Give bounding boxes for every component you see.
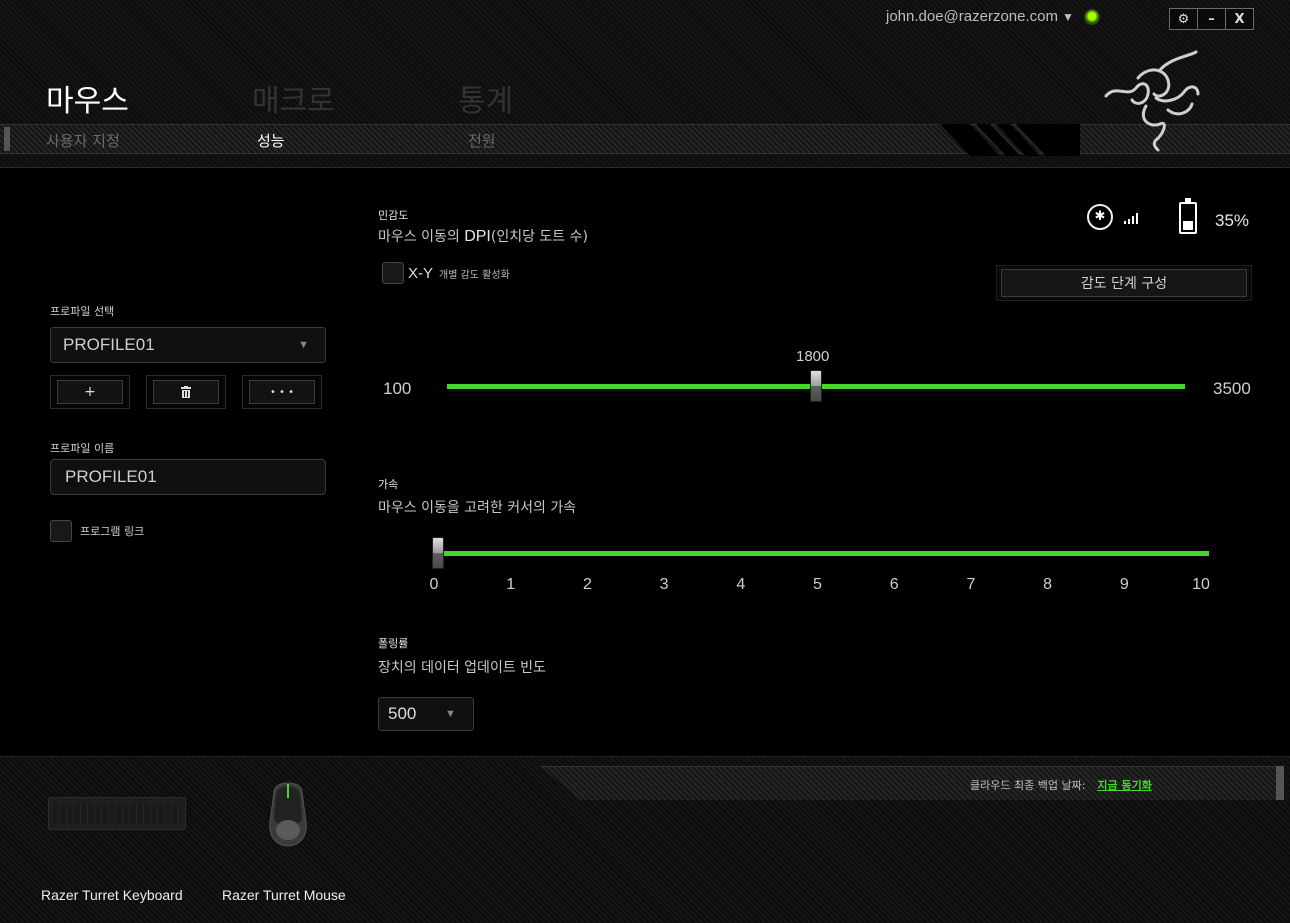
delete-profile-button[interactable] xyxy=(146,375,226,409)
polling-rate-value: 500 xyxy=(388,704,417,723)
dpi-min-label: 100 xyxy=(383,379,412,398)
device-mouse-label[interactable]: Razer Turret Mouse xyxy=(222,887,346,903)
sensitivity-subtitle-prefix: 마우스 이동의 xyxy=(378,229,465,245)
dpi-slider-handle[interactable] xyxy=(810,370,822,402)
battery-percentage: 35% xyxy=(1215,211,1250,230)
battery-level-fill xyxy=(1183,221,1193,230)
sync-now-link[interactable]: 지금 동기화 xyxy=(1097,777,1151,793)
acceleration-tick-4: 4 xyxy=(736,576,746,593)
chevron-down-icon: ▼ xyxy=(298,339,309,351)
trash-icon xyxy=(153,380,219,404)
profile-buttons: + • • • xyxy=(50,375,338,409)
xy-sensitivity-checkbox[interactable] xyxy=(382,262,404,284)
acceleration-tick-6: 6 xyxy=(889,576,899,593)
add-profile-button[interactable]: + xyxy=(50,375,130,409)
polling-title: 폴링률 xyxy=(378,637,409,650)
xy-sub-label: 개별 감도 활성화 xyxy=(439,269,510,281)
user-email[interactable]: john.doe@razerzone.com xyxy=(886,8,1058,25)
profile-name-field[interactable]: PROFILE01 xyxy=(50,459,326,495)
online-status-icon xyxy=(1083,8,1100,25)
acceleration-subtitle: 마우스 이동을 고려한 커서의 가속 xyxy=(378,500,577,516)
cloud-backup: 클라우드 최종 백업 날짜: 지금 동기화 xyxy=(970,777,1152,793)
window-controls: ⚙ – X xyxy=(1169,8,1254,30)
tab-power[interactable]: 전원 xyxy=(468,130,679,151)
program-link-label: 프로그램 링크 xyxy=(80,525,145,538)
razer-logo-icon xyxy=(1104,50,1200,152)
stripe-decoration xyxy=(940,124,1080,156)
dpi-current-value: 1800 xyxy=(796,348,830,365)
profile-select-label: 프로파일 선택 xyxy=(50,305,115,318)
sub-tabs: 사용자 지정 성능 전원 xyxy=(46,130,679,151)
acceleration-slider-handle[interactable] xyxy=(432,537,444,569)
bar-notch xyxy=(4,127,10,151)
ellipsis-icon: • • • xyxy=(249,380,315,404)
acceleration-tick-5: 5 xyxy=(813,576,822,593)
acceleration-slider-fill xyxy=(438,551,1209,556)
acceleration-tick-0: 0 xyxy=(429,576,439,593)
profile-name-label: 프로파일 이름 xyxy=(50,442,115,455)
xy-sensitivity-toggle: X-Y 개별 감도 활성화 xyxy=(382,262,510,284)
tab-customize[interactable]: 사용자 지정 xyxy=(46,130,257,151)
acceleration-tick-3: 3 xyxy=(659,576,669,593)
tab-macro[interactable]: 매크로 xyxy=(252,76,458,120)
footer-bar-notch xyxy=(1276,766,1284,800)
sensitivity-subtitle-dpi: DPI xyxy=(464,228,491,245)
polling-rate-select[interactable]: 500 ▼ xyxy=(378,697,474,731)
main-tabs: 마우스 매크로 통계 xyxy=(46,76,664,120)
sensitivity-stages-button[interactable]: 감도 단계 구성 xyxy=(996,265,1252,301)
polling-subtitle: 장치의 데이터 업데이트 빈도 xyxy=(378,660,546,676)
acceleration-tick-1: 1 xyxy=(506,576,516,593)
more-options-button[interactable]: • • • xyxy=(242,375,322,409)
sensitivity-title: 민감도 xyxy=(378,209,409,222)
mouse-device-icon[interactable] xyxy=(266,778,310,848)
tab-performance[interactable]: 성능 xyxy=(257,130,468,151)
bluetooth-icon: ✱ xyxy=(1087,204,1113,230)
sensitivity-subtitle-suffix: (인치당 도트 수) xyxy=(490,229,588,245)
device-keyboard-label[interactable]: Razer Turret Keyboard xyxy=(41,887,183,903)
profile-select-value: PROFILE01 xyxy=(63,335,155,354)
xy-label: X-Y xyxy=(408,264,434,282)
profile-select[interactable]: PROFILE01 ▼ xyxy=(50,327,326,363)
close-button[interactable]: X xyxy=(1225,8,1254,30)
acceleration-tick-2: 2 xyxy=(582,576,592,593)
backup-label: 클라우드 최종 백업 날짜: xyxy=(970,779,1086,792)
gear-icon[interactable]: ⚙ xyxy=(1169,8,1198,30)
acceleration-tick-10: 10 xyxy=(1192,576,1210,593)
tab-mouse[interactable]: 마우스 xyxy=(46,76,252,120)
sensitivity-subtitle: 마우스 이동의 DPI(인치당 도트 수) xyxy=(378,226,588,246)
acceleration-tick-8: 8 xyxy=(1043,576,1053,593)
plus-icon: + xyxy=(57,380,123,404)
keyboard-keys xyxy=(53,803,181,824)
user-menu[interactable]: john.doe@razerzone.com ▼ xyxy=(886,8,1100,25)
acceleration-tick-7: 7 xyxy=(966,576,976,593)
chevron-down-icon[interactable]: ▼ xyxy=(1062,10,1074,24)
footer-bar xyxy=(540,766,1280,800)
keyboard-device-icon[interactable] xyxy=(48,797,186,830)
acceleration-title: 가속 xyxy=(378,478,399,491)
signal-bars-icon xyxy=(1124,210,1140,224)
dpi-max-label: 3500 xyxy=(1213,379,1251,398)
sensitivity-stages-label: 감도 단계 구성 xyxy=(1001,269,1247,297)
acceleration-tick-9: 9 xyxy=(1119,576,1129,593)
tab-stats[interactable]: 통계 xyxy=(458,76,664,120)
minimize-button[interactable]: – xyxy=(1197,8,1226,30)
program-link-checkbox[interactable] xyxy=(50,520,72,542)
program-link: 프로그램 링크 xyxy=(50,520,144,542)
chevron-down-icon: ▼ xyxy=(445,708,456,720)
acceleration-slider-track[interactable] xyxy=(438,551,1209,556)
battery-icon xyxy=(1179,198,1197,234)
